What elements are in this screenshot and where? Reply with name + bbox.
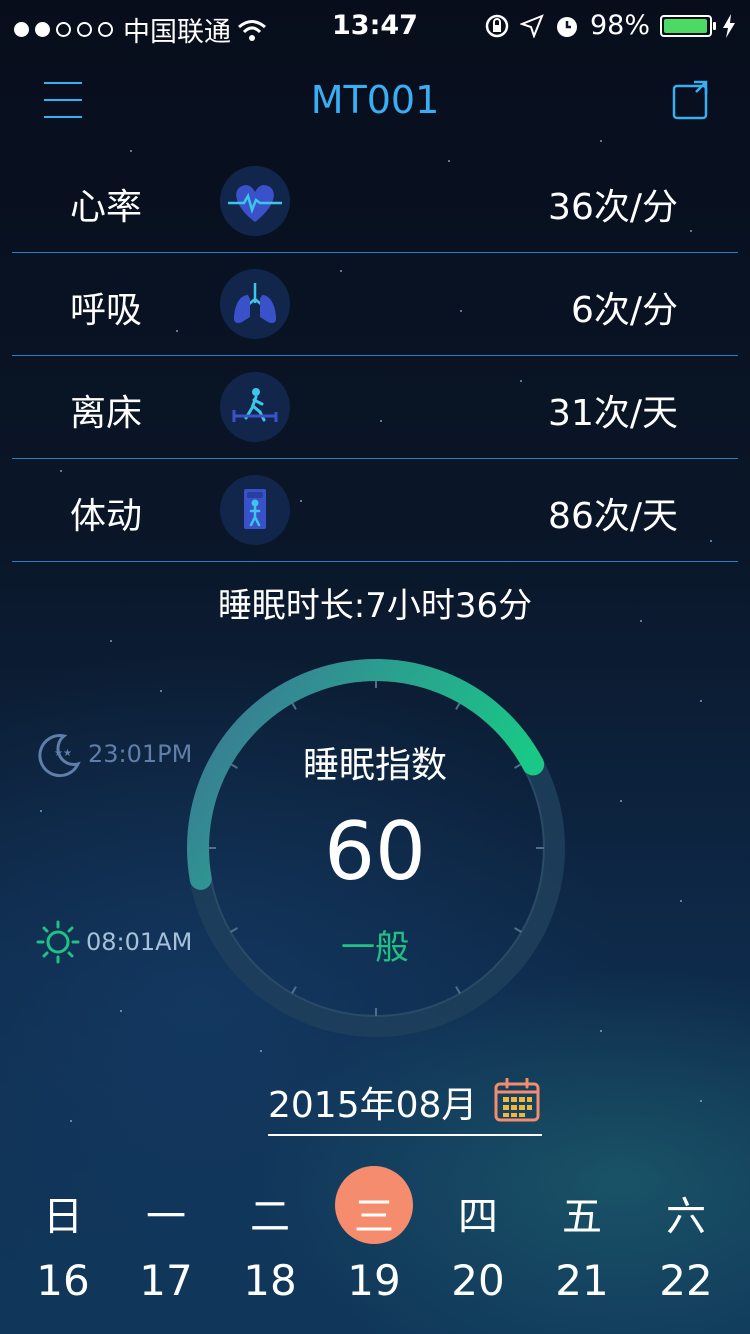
month-selector[interactable]: 2015年08月 — [268, 1076, 542, 1136]
sleep-index-score: 60 — [324, 805, 426, 898]
weekday-label: 四 — [458, 1194, 498, 1240]
date-label: 21 — [555, 1256, 609, 1305]
date-label: 16 — [36, 1256, 90, 1305]
day-saturday[interactable]: 六 22 — [634, 1166, 738, 1326]
sleep-index-gauge — [187, 659, 565, 1037]
day-wednesday-selected[interactable]: 三 19 — [322, 1166, 426, 1326]
weekday-label: 六 — [666, 1194, 706, 1240]
date-label: 19 — [347, 1256, 401, 1305]
date-label: 20 — [451, 1256, 505, 1305]
weekday-label: 日 — [43, 1194, 83, 1240]
bedtime-label: ★★ 23:01PM — [34, 730, 192, 778]
bedtime-value: 23:01PM — [88, 740, 193, 768]
gauge-tick — [455, 702, 461, 710]
svg-text:★★: ★★ — [54, 748, 72, 759]
day-thursday[interactable]: 四 20 — [426, 1166, 530, 1326]
waketime-value: 08:01AM — [86, 928, 193, 956]
day-sunday[interactable]: 日 16 — [11, 1166, 115, 1326]
day-tuesday[interactable]: 二 18 — [218, 1166, 322, 1326]
weekday-label: 五 — [562, 1194, 602, 1240]
sun-icon — [36, 920, 80, 964]
day-friday[interactable]: 五 21 — [530, 1166, 634, 1326]
weekday-label: 三 — [354, 1194, 394, 1240]
date-label: 18 — [243, 1256, 297, 1305]
calendar-icon[interactable] — [494, 1078, 540, 1122]
month-label: 2015年08月 — [268, 1085, 478, 1126]
moon-icon: ★★ — [38, 734, 81, 778]
gauge-tick — [291, 702, 297, 710]
day-monday[interactable]: 一 17 — [114, 1166, 218, 1326]
waketime-label: 08:01AM — [36, 920, 192, 964]
date-label: 17 — [139, 1256, 193, 1305]
gauge-tick — [291, 986, 297, 994]
gauge-tick — [455, 986, 461, 994]
date-label: 22 — [659, 1256, 713, 1305]
weekday-label: 一 — [146, 1194, 186, 1240]
weekday-label: 二 — [250, 1194, 290, 1240]
